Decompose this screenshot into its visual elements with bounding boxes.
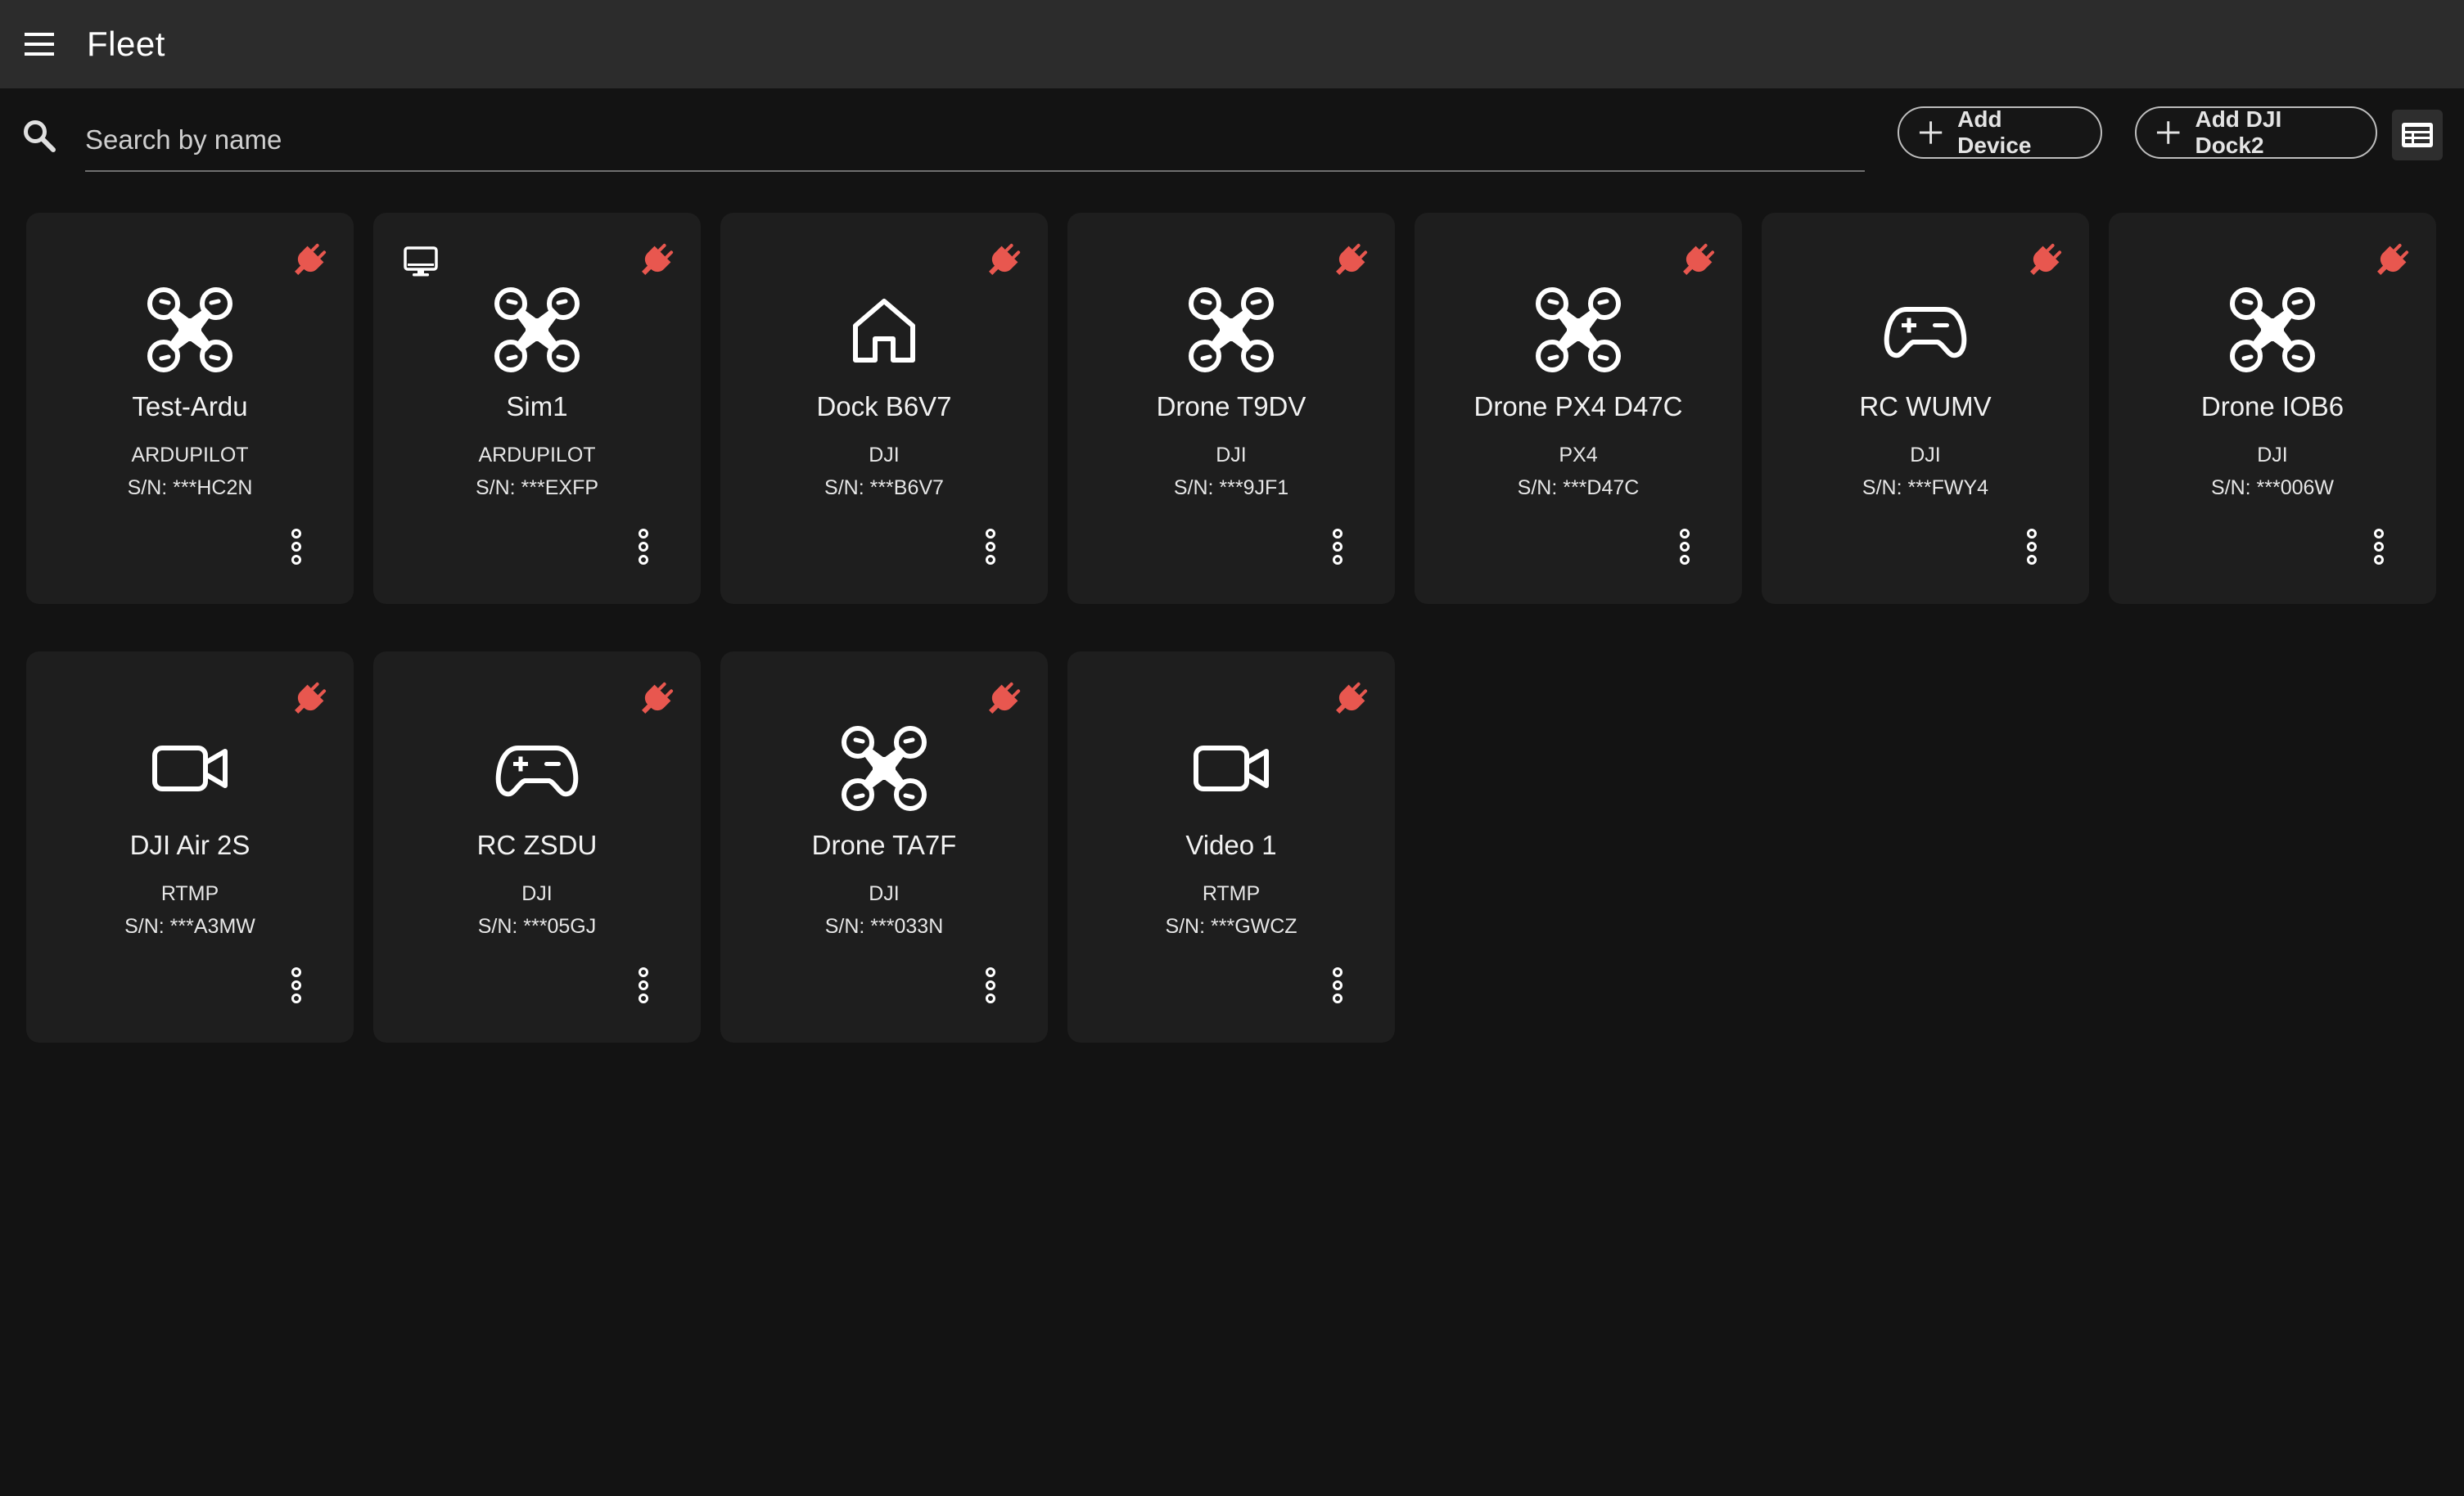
disconnected-plug-icon	[1677, 241, 1717, 282]
more-options-icon[interactable]	[2015, 524, 2048, 570]
disconnected-plug-icon	[982, 679, 1023, 720]
device-sn: S/N: ***D47C	[1517, 476, 1640, 499]
device-name: Drone PX4 D47C	[1473, 391, 1683, 421]
device-sn: S/N: ***033N	[824, 915, 944, 938]
more-options-icon[interactable]	[974, 962, 1007, 1008]
device-type: ARDUPILOT	[131, 444, 249, 466]
plus-icon	[1919, 121, 1943, 144]
device-name: DJI Air 2S	[129, 830, 250, 860]
disconnected-plug-icon	[2024, 241, 2065, 282]
toolbar: Add Device Add DJI Dock2	[0, 88, 2464, 178]
disconnected-plug-icon	[982, 241, 1023, 282]
device-sn: S/N: ***HC2N	[127, 476, 253, 499]
device-name: Dock B6V7	[816, 391, 952, 421]
device-type: DJI	[869, 882, 900, 905]
device-name: Sim1	[506, 391, 568, 421]
device-card[interactable]: Drone T9DV DJI S/N: ***9JF1	[1067, 213, 1395, 604]
drone-icon	[2227, 285, 2317, 375]
device-type: DJI	[1910, 444, 1941, 466]
add-dji-dock2-button[interactable]: Add DJI Dock2	[2135, 106, 2377, 159]
device-sn: S/N: ***FWY4	[1862, 476, 1989, 499]
table-view-toggle-button[interactable]	[2392, 110, 2443, 160]
video-camera-icon	[145, 723, 235, 813]
more-options-icon[interactable]	[280, 962, 313, 1008]
disconnected-plug-icon	[1329, 679, 1370, 720]
search-input[interactable]	[85, 110, 1865, 172]
disconnected-plug-icon	[288, 241, 329, 282]
device-type: DJI	[869, 444, 900, 466]
device-card[interactable]: Test-Ardu ARDUPILOT S/N: ***HC2N	[26, 213, 354, 604]
device-type: DJI	[521, 882, 553, 905]
search-icon	[21, 118, 57, 154]
device-type: DJI	[2257, 444, 2288, 466]
disconnected-plug-icon	[2371, 241, 2412, 282]
device-sn: S/N: ***EXFP	[475, 476, 599, 499]
device-card[interactable]: Sim1 ARDUPILOT S/N: ***EXFP	[373, 213, 701, 604]
device-card[interactable]: Drone TA7F DJI S/N: ***033N	[720, 651, 1048, 1043]
gamepad-icon	[1880, 285, 1970, 375]
more-options-icon[interactable]	[1668, 524, 1701, 570]
device-card[interactable]: Dock B6V7 DJI S/N: ***B6V7	[720, 213, 1048, 604]
device-name: Drone IOB6	[2200, 391, 2344, 421]
device-card[interactable]: Video 1 RTMP S/N: ***GWCZ	[1067, 651, 1395, 1043]
device-name: Drone TA7F	[811, 830, 957, 860]
device-sn: S/N: ***A3MW	[124, 915, 255, 938]
device-sn: S/N: ***GWCZ	[1165, 915, 1297, 938]
add-device-label: Add Device	[1957, 106, 2032, 158]
device-name: Test-Ardu	[132, 391, 248, 421]
hamburger-menu-icon[interactable]	[15, 20, 64, 69]
device-type: ARDUPILOT	[478, 444, 596, 466]
device-type: RTMP	[160, 882, 219, 905]
more-options-icon[interactable]	[974, 524, 1007, 570]
device-sn: S/N: ***006W	[2210, 476, 2335, 499]
table-view-icon	[2402, 123, 2433, 147]
drone-icon	[839, 723, 929, 813]
drone-icon	[1186, 285, 1276, 375]
more-options-icon[interactable]	[1321, 524, 1354, 570]
more-options-icon[interactable]	[627, 524, 660, 570]
disconnected-plug-icon	[288, 679, 329, 720]
add-dji-dock2-label: Add DJI Dock2	[2195, 106, 2282, 158]
video-camera-icon	[1186, 723, 1276, 813]
device-sn: S/N: ***9JF1	[1173, 476, 1289, 499]
page-title: Fleet	[87, 25, 165, 63]
device-type: RTMP	[1202, 882, 1261, 905]
more-options-icon[interactable]	[280, 524, 313, 570]
device-sn: S/N: ***B6V7	[824, 476, 944, 499]
device-type: DJI	[1216, 444, 1247, 466]
home-icon	[839, 285, 929, 375]
gamepad-icon	[492, 723, 582, 813]
device-sn: S/N: ***05GJ	[477, 915, 597, 938]
device-card[interactable]: Drone IOB6 DJI S/N: ***006W	[2109, 213, 2436, 604]
device-card[interactable]: Drone PX4 D47C PX4 S/N: ***D47C	[1415, 213, 1742, 604]
drone-icon	[492, 285, 582, 375]
app-bar: Fleet	[0, 0, 2464, 88]
more-options-icon[interactable]	[627, 962, 660, 1008]
device-name: Drone T9DV	[1156, 391, 1306, 421]
plus-icon	[2156, 121, 2180, 144]
device-name: RC ZSDU	[476, 830, 598, 860]
monitor-icon	[403, 244, 439, 280]
disconnected-plug-icon	[635, 241, 676, 282]
disconnected-plug-icon	[635, 679, 676, 720]
device-card[interactable]: RC WUMV DJI S/N: ***FWY4	[1762, 213, 2089, 604]
more-options-icon[interactable]	[1321, 962, 1354, 1008]
drone-icon	[1533, 285, 1623, 375]
disconnected-plug-icon	[1329, 241, 1370, 282]
add-device-button[interactable]: Add Device	[1898, 106, 2102, 159]
drone-icon	[145, 285, 235, 375]
device-type: PX4	[1559, 444, 1598, 466]
more-options-icon[interactable]	[2362, 524, 2395, 570]
device-name: Video 1	[1185, 830, 1277, 860]
device-grid: Test-Ardu ARDUPILOT S/N: ***HC2N Sim1 AR…	[26, 213, 2438, 1043]
device-card[interactable]: RC ZSDU DJI S/N: ***05GJ	[373, 651, 701, 1043]
device-card[interactable]: DJI Air 2S RTMP S/N: ***A3MW	[26, 651, 354, 1043]
device-name: RC WUMV	[1859, 391, 1992, 421]
